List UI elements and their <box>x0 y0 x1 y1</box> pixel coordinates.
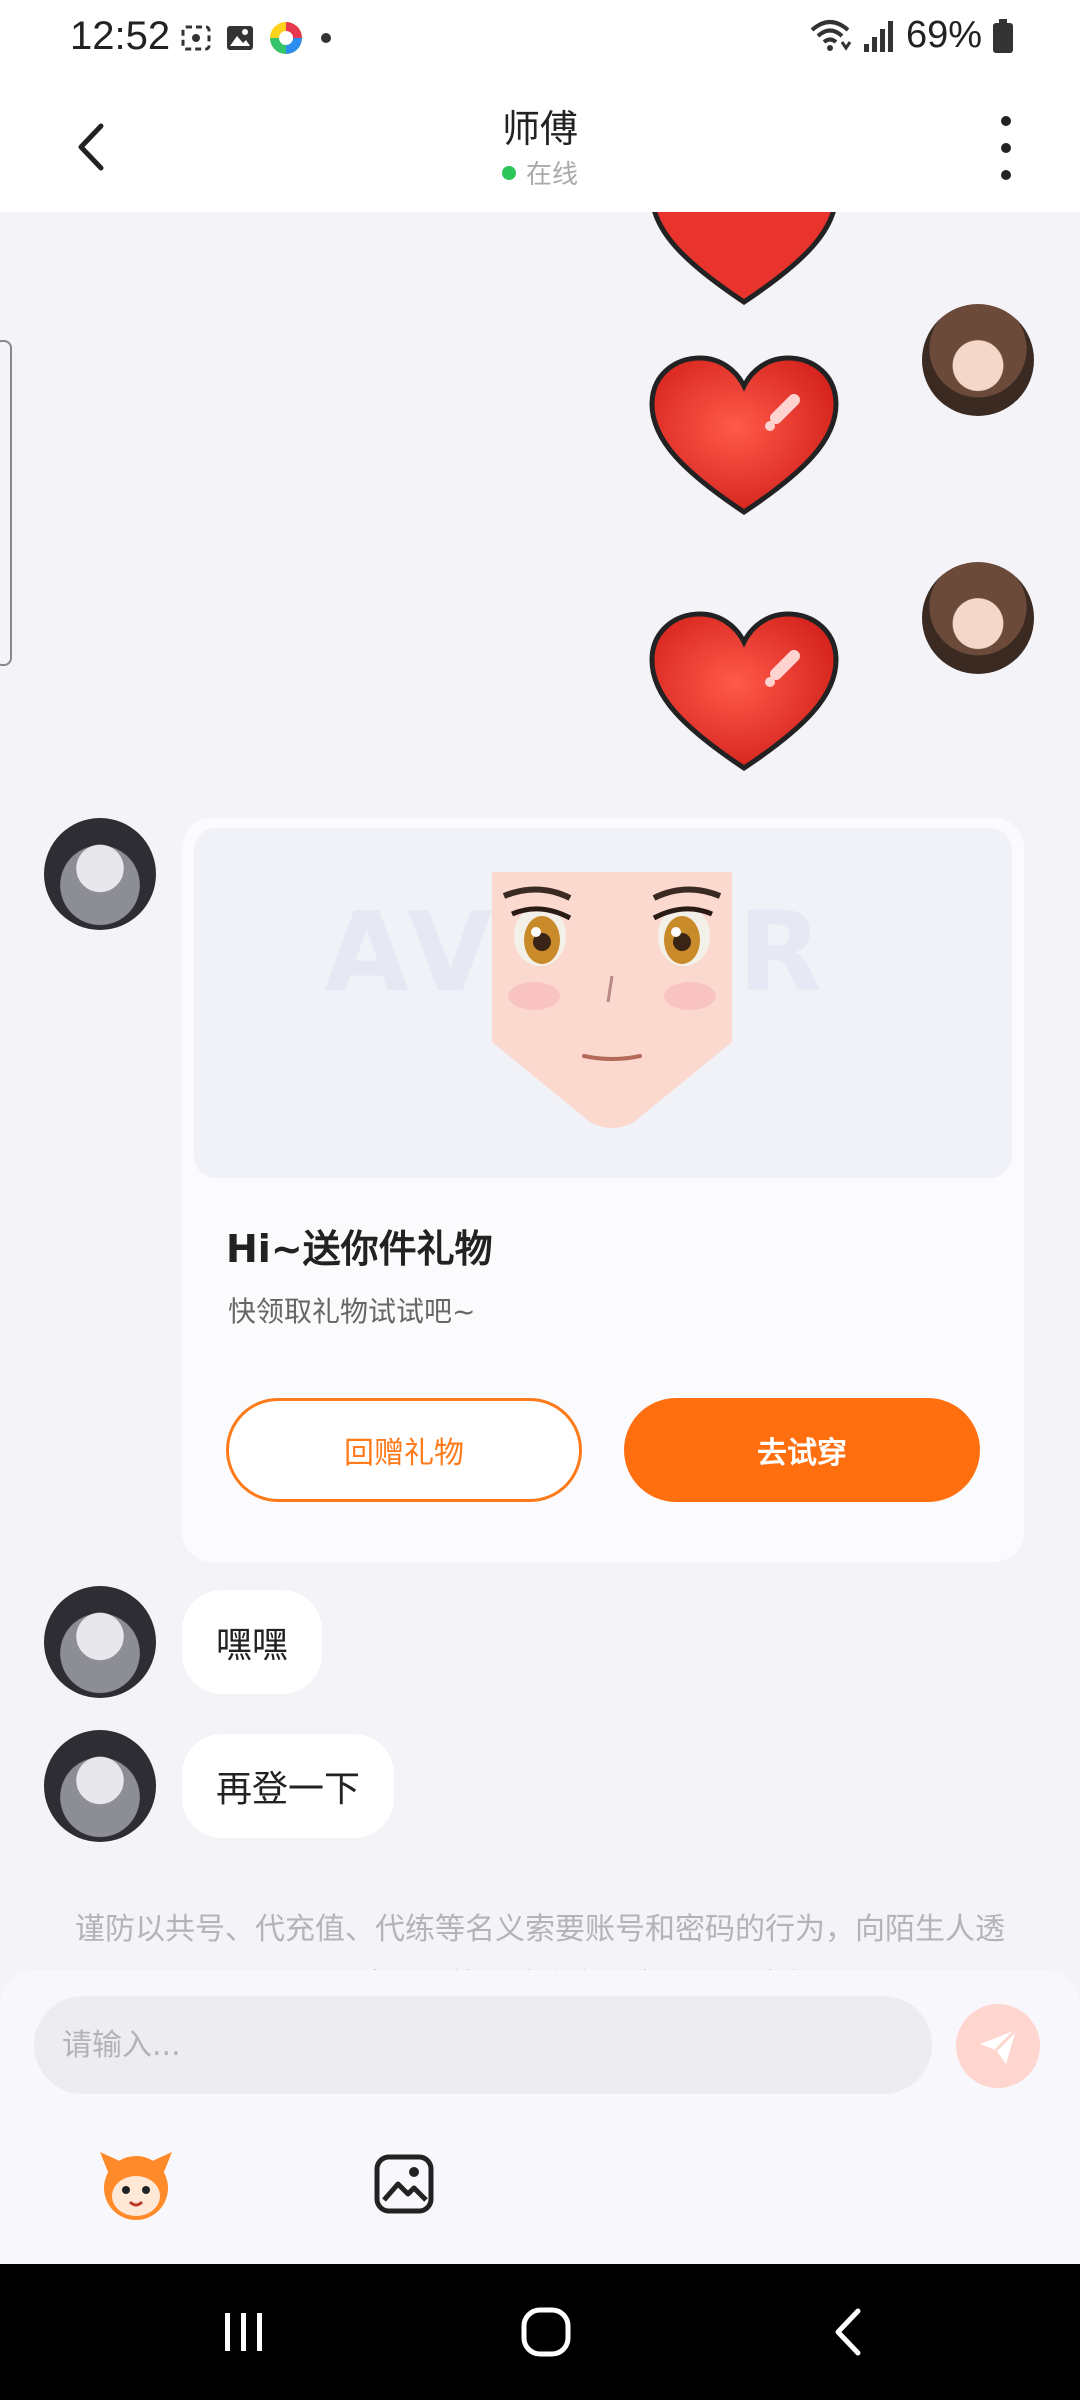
back-nav-button[interactable] <box>768 2264 928 2400</box>
chat-messages[interactable]: AVATAR Hi~送你件礼物 快领取礼 <box>0 212 1080 1972</box>
system-nav-bar <box>0 2264 1080 2400</box>
color-app-icon <box>270 22 302 54</box>
my-avatar[interactable] <box>922 562 1034 674</box>
message-bubble[interactable]: 嘿嘿 <box>182 1590 323 1694</box>
battery-percent: 69% <box>905 14 982 56</box>
online-status: 在线 <box>0 154 1080 191</box>
status-bar: 12:52 69% <box>0 0 1080 80</box>
back-nav-icon <box>835 2308 861 2356</box>
send-button[interactable] <box>956 2004 1040 2088</box>
return-gift-button[interactable]: 回赠礼物 <box>226 1398 582 1502</box>
recents-icon <box>225 2313 262 2351</box>
more-dot-icon <box>1001 143 1011 153</box>
home-button[interactable] <box>466 2264 626 2400</box>
contact-avatar[interactable] <box>44 818 156 930</box>
avatar-face-image <box>492 872 732 1128</box>
more-dot-icon <box>1001 170 1011 180</box>
status-icons-left <box>180 20 336 56</box>
home-icon <box>521 2307 571 2357</box>
chat-title: 师傅 <box>501 107 578 151</box>
input-area <box>0 1970 1080 2264</box>
gift-card-title: Hi~送你件礼物 <box>226 1227 493 1271</box>
online-dot-icon <box>501 165 516 180</box>
wifi-icon <box>810 19 852 51</box>
dot-icon <box>321 33 331 43</box>
gift-card[interactable]: AVATAR Hi~送你件礼物 快领取礼 <box>182 818 1024 1562</box>
heart-sticker[interactable] <box>644 352 844 522</box>
contact-avatar[interactable] <box>44 1586 156 1698</box>
battery-icon <box>993 18 1013 53</box>
gift-card-subtitle: 快领取礼物试试吧~ <box>228 1295 476 1328</box>
screenshot-icon <box>181 25 211 51</box>
image-button[interactable] <box>362 2142 446 2226</box>
heart-sticker[interactable] <box>644 608 844 778</box>
emoji-button[interactable] <box>94 2142 178 2226</box>
more-options-button[interactable] <box>986 116 1026 180</box>
heart-sticker-partial <box>652 212 836 306</box>
chat-header: 师傅 在线 <box>0 80 1080 212</box>
more-dot-icon <box>1001 116 1011 126</box>
safety-notice: 谨防以共号、代充值、代练等名义索要账号和密码的行为，向陌生人透露账号密码可能导致… <box>75 1912 1005 1972</box>
signal-icon <box>863 20 893 52</box>
contact-avatar[interactable] <box>44 1730 156 1842</box>
online-status-text: 在线 <box>525 160 578 190</box>
mascot-emoji-icon <box>100 2152 172 2220</box>
image-icon <box>374 2154 434 2214</box>
status-icons-right: 69% <box>808 14 1014 57</box>
gift-banner: AVATAR <box>194 828 1012 1178</box>
try-on-button[interactable]: 去试穿 <box>624 1398 980 1502</box>
my-avatar[interactable] <box>922 304 1034 416</box>
status-time: 12:52 <box>70 14 171 58</box>
scroll-handle[interactable] <box>0 340 12 666</box>
recents-button[interactable] <box>164 2264 324 2400</box>
gallery-icon <box>227 26 253 50</box>
send-icon <box>980 2028 1018 2064</box>
message-bubble[interactable]: 再登一下 <box>182 1734 395 1838</box>
message-input[interactable] <box>34 1996 932 2094</box>
